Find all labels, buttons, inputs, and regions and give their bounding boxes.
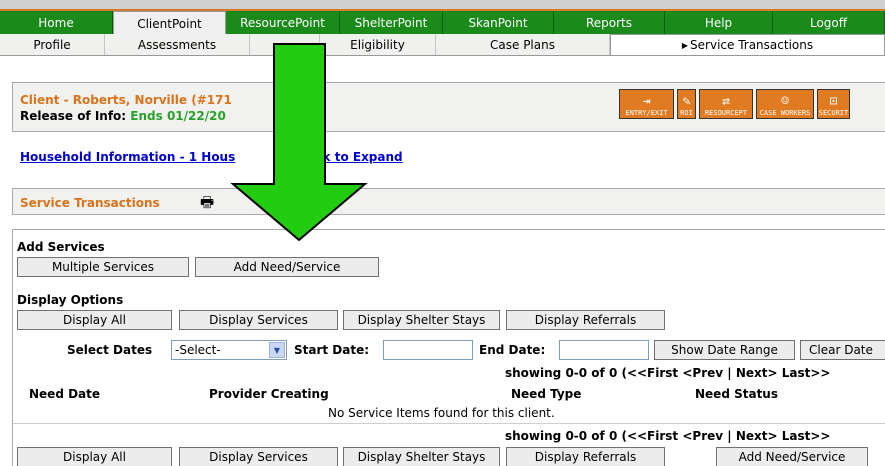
start-date-input[interactable]	[383, 340, 473, 360]
bottom-display-referrals-button[interactable]: Display Referrals	[506, 447, 665, 466]
column-need-type[interactable]: Need Type	[511, 387, 581, 401]
release-of-info: Release of Info: Ends 01/22/20	[20, 109, 226, 123]
display-shelter-stays-button[interactable]: Display Shelter Stays	[343, 310, 500, 330]
case-workers-label: CASE WORKERS	[759, 109, 811, 117]
household-link-tail: - Click to Expand	[289, 150, 403, 164]
subtab-case-plans[interactable]: Case Plans	[436, 34, 610, 55]
top-navigation: Home ClientPoint ResourcePoint ShelterPo…	[0, 0, 885, 56]
tab-clientpoint[interactable]: ClientPoint	[113, 11, 226, 36]
printer-icon[interactable]: 🖶	[200, 192, 214, 217]
service-panel: Add Services Multiple Services Add Need/…	[12, 229, 885, 466]
security-icon[interactable]: ⊡ SECURIT	[817, 89, 850, 119]
service-transactions-header: Service Transactions 🖶	[12, 188, 885, 215]
date-range-select-value: -Select-	[175, 343, 221, 357]
empty-message: No Service Items found for this client.	[328, 406, 555, 420]
subtab-profile[interactable]: Profile	[0, 34, 105, 55]
start-date-label: Start Date:	[294, 343, 370, 357]
column-need-status[interactable]: Need Status	[695, 387, 778, 401]
household-link-text: Household Information - 1 Hous	[20, 150, 236, 164]
subtab-service-transactions-label: Service Transactions	[690, 38, 814, 52]
pager-bottom[interactable]: showing 0-0 of 0 (<<First <Prev | Next> …	[505, 429, 830, 443]
resourcepoint-icon[interactable]: ⇄ RESOURCEPT	[699, 89, 753, 119]
bottom-add-need-service-button[interactable]: Add Need/Service	[716, 447, 868, 466]
roi-label-icon: ROI	[680, 109, 693, 117]
sub-tab-bar: Profile Assessments Eligibility Case Pla…	[0, 34, 885, 56]
display-referrals-button[interactable]: Display Referrals	[506, 310, 665, 330]
subtab-hidden[interactable]	[250, 34, 320, 55]
client-toolbar: ⇥ ENTRY/EXIT ✎ ROI ⇄ RESOURCEPT ☺ CASE W…	[619, 89, 853, 119]
client-name: Client - Roberts, Norville (#171	[20, 93, 232, 107]
chevron-down-icon[interactable]: ▼	[269, 342, 285, 358]
triangle-right-icon: ▶	[681, 40, 689, 50]
entry-exit-icon[interactable]: ⇥ ENTRY/EXIT	[619, 89, 674, 119]
client-header: Client - Roberts, Norville (#171 Release…	[12, 82, 885, 132]
bottom-display-all-button[interactable]: Display All	[17, 447, 172, 466]
display-services-button[interactable]: Display Services	[179, 310, 338, 330]
service-transactions-title: Service Transactions	[20, 196, 160, 210]
tab-shelterpoint[interactable]: ShelterPoint	[340, 11, 443, 34]
multiple-services-button[interactable]: Multiple Services	[17, 257, 189, 277]
end-date-input[interactable]	[559, 340, 649, 360]
tab-resourcepoint[interactable]: ResourcePoint	[226, 11, 340, 34]
case-workers-icon[interactable]: ☺ CASE WORKERS	[756, 89, 814, 119]
show-date-range-button[interactable]: Show Date Range	[654, 340, 795, 360]
add-services-label: Add Services	[17, 240, 105, 254]
end-date-label: End Date:	[479, 343, 546, 357]
subtab-service-transactions[interactable]: ▶ Service Transactions	[610, 34, 885, 55]
tab-reports[interactable]: Reports	[554, 11, 665, 34]
tab-help[interactable]: Help	[665, 11, 773, 34]
pager-top[interactable]: showing 0-0 of 0 (<<First <Prev | Next> …	[505, 366, 830, 380]
bottom-display-shelter-stays-button[interactable]: Display Shelter Stays	[343, 447, 500, 466]
security-label: SECURIT	[818, 109, 849, 117]
roi-value: Ends 01/22/20	[130, 109, 226, 123]
main-tab-bar: Home ClientPoint ResourcePoint ShelterPo…	[0, 9, 885, 36]
bottom-display-services-button[interactable]: Display Services	[179, 447, 338, 466]
date-range-select[interactable]: -Select- ▼	[171, 340, 287, 360]
display-options-label: Display Options	[17, 293, 124, 307]
divider	[13, 423, 885, 424]
select-dates-label: Select Dates	[67, 343, 153, 357]
entry-exit-label: ENTRY/EXIT	[625, 109, 668, 117]
display-all-button[interactable]: Display All	[17, 310, 172, 330]
tab-skanpoint[interactable]: SkanPoint	[443, 11, 554, 34]
tab-home[interactable]: Home	[0, 11, 113, 34]
tab-logoff[interactable]: Logoff	[773, 11, 885, 34]
top-strip	[0, 0, 885, 9]
roi-label: Release of Info:	[20, 109, 127, 123]
household-information-link[interactable]: Household Information - 1 Hous - Click to…	[20, 150, 403, 164]
subtab-assessments[interactable]: Assessments	[105, 34, 250, 55]
roi-icon[interactable]: ✎ ROI	[677, 89, 696, 119]
clear-dates-button[interactable]: Clear Date	[800, 340, 885, 360]
column-need-date[interactable]: Need Date	[29, 387, 100, 401]
column-provider-creating[interactable]: Provider Creating	[209, 387, 329, 401]
subtab-eligibility[interactable]: Eligibility	[320, 34, 436, 55]
add-need-service-button[interactable]: Add Need/Service	[195, 257, 379, 277]
resourcept-label: RESOURCEPT	[704, 109, 748, 117]
